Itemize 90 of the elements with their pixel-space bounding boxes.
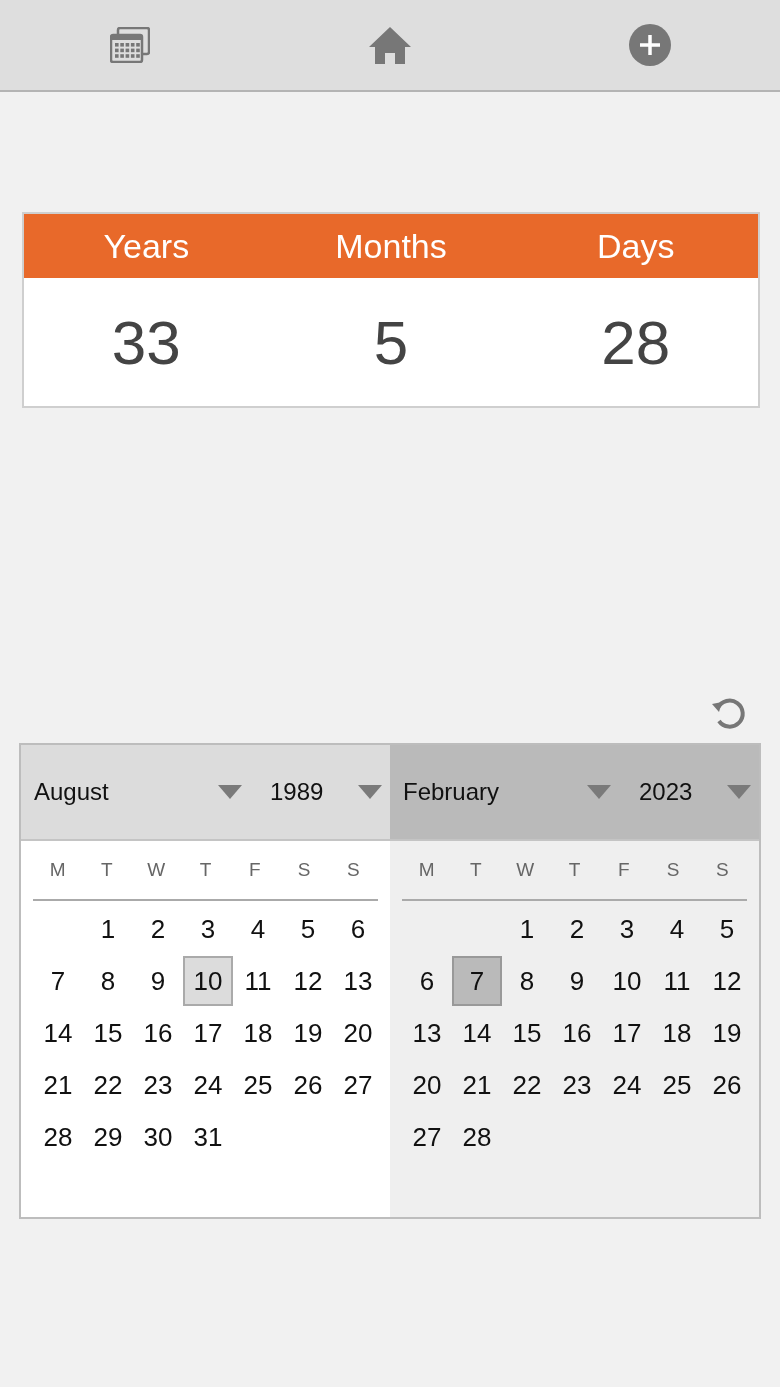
calendar-day[interactable]: 4 [652,904,702,954]
calendar-day[interactable]: 24 [602,1060,652,1110]
calendar-day[interactable]: 9 [133,956,183,1006]
calendar-day[interactable]: 9 [552,956,602,1006]
calendar-icon [110,27,150,63]
calendar-day[interactable]: 20 [402,1060,452,1110]
calendar-day[interactable]: 15 [83,1008,133,1058]
calendar-day[interactable]: 25 [652,1060,702,1110]
calendar-day[interactable]: 26 [283,1060,333,1110]
calendar-day[interactable]: 15 [502,1008,552,1058]
calendar-day[interactable]: 3 [602,904,652,954]
calendar-day[interactable]: 14 [33,1008,83,1058]
dropdown-arrow-icon [358,785,382,799]
calendar-day[interactable]: 27 [402,1112,452,1162]
calendar-day[interactable]: 21 [452,1060,502,1110]
dropdown-arrow-icon [727,785,751,799]
calendar-day[interactable]: 31 [183,1112,233,1162]
calendar-day[interactable]: 2 [552,904,602,954]
calendar-day[interactable]: 11 [652,956,702,1006]
calendar-day[interactable]: 12 [283,956,333,1006]
calendar-day[interactable]: 23 [133,1060,183,1110]
calendar-day[interactable]: 29 [83,1112,133,1162]
column-label: Months [334,226,448,266]
weekday-label: M [417,859,436,881]
calendar-day[interactable]: 18 [233,1008,283,1058]
column-label: Years [102,226,191,266]
calendar-day[interactable]: 2 [133,904,183,954]
calendar-day[interactable]: 27 [333,1060,383,1110]
weekday-label: T [198,859,213,881]
weekday-label: S [346,859,361,881]
column-label: Days [595,226,676,266]
result-value: 5 [372,306,410,378]
calendar-day[interactable]: 24 [183,1060,233,1110]
calendar-day[interactable]: 6 [333,904,383,954]
calendar-day[interactable]: 21 [33,1060,83,1110]
result-value: 33 [110,306,182,378]
calendar-day[interactable]: 14 [452,1008,502,1058]
calendar-day[interactable]: 28 [452,1112,502,1162]
weekday-label: T [567,859,582,881]
calendar-day[interactable]: 10 [602,956,652,1006]
calendar-day[interactable]: 5 [283,904,333,954]
calendar-day[interactable]: 13 [333,956,383,1006]
calendar-day[interactable]: 19 [283,1008,333,1058]
calendar-day[interactable]: 13 [402,1008,452,1058]
weekday-label: F [247,859,262,881]
calendar-day[interactable]: 4 [233,904,283,954]
calendar-day[interactable]: 16 [552,1008,602,1058]
home-icon [367,25,413,65]
calendar-day[interactable]: 30 [133,1112,183,1162]
calendar-day[interactable]: 5 [702,904,752,954]
calendar-day[interactable]: 12 [702,956,752,1006]
dropdown-arrow-icon [218,785,242,799]
calendar-day[interactable]: 28 [33,1112,83,1162]
weekday-label: W [146,859,167,881]
result-value: 28 [600,306,672,378]
calendar-day[interactable]: 23 [552,1060,602,1110]
weekday-label: T [469,859,483,881]
calendar-day[interactable]: 11 [233,956,283,1006]
dropdown-arrow-icon [587,785,611,799]
calendar-day[interactable]: 22 [502,1060,552,1110]
weekday-label: F [616,859,631,881]
calendar-day[interactable]: 17 [183,1008,233,1058]
calendar-day[interactable]: 25 [233,1060,283,1110]
calendar-day[interactable]: 7 [452,956,502,1006]
weekday-label: T [100,859,114,881]
calendar-day[interactable]: 8 [502,956,552,1006]
calendar-day[interactable]: 1 [83,904,133,954]
calendar-day[interactable]: 16 [133,1008,183,1058]
year-dropdown[interactable]: 1989 [246,762,386,822]
calendar-day[interactable]: 1 [502,904,552,954]
month-dropdown[interactable]: August [21,762,246,822]
weekday-label: M [48,859,67,881]
weekday-label: W [515,859,536,881]
calendar-day[interactable]: 18 [652,1008,702,1058]
month-dropdown[interactable]: February [390,762,615,822]
calendar-day[interactable]: 3 [183,904,233,954]
calendar-day[interactable]: 8 [83,956,133,1006]
calendar-day[interactable]: 26 [702,1060,752,1110]
calendar-day[interactable]: 20 [333,1008,383,1058]
calendar-day[interactable]: 6 [402,956,452,1006]
calendar-day[interactable]: 17 [602,1008,652,1058]
calendar-day[interactable]: 22 [83,1060,133,1110]
weekday-label: S [715,859,730,881]
calendar-day[interactable]: 19 [702,1008,752,1058]
year-dropdown[interactable]: 2023 [615,762,755,822]
weekday-label: S [296,859,312,881]
calendar-day[interactable]: 10 [183,956,233,1006]
add-icon [628,23,672,67]
calendar-day[interactable]: 7 [33,956,83,1006]
weekday-label: S [665,859,681,881]
